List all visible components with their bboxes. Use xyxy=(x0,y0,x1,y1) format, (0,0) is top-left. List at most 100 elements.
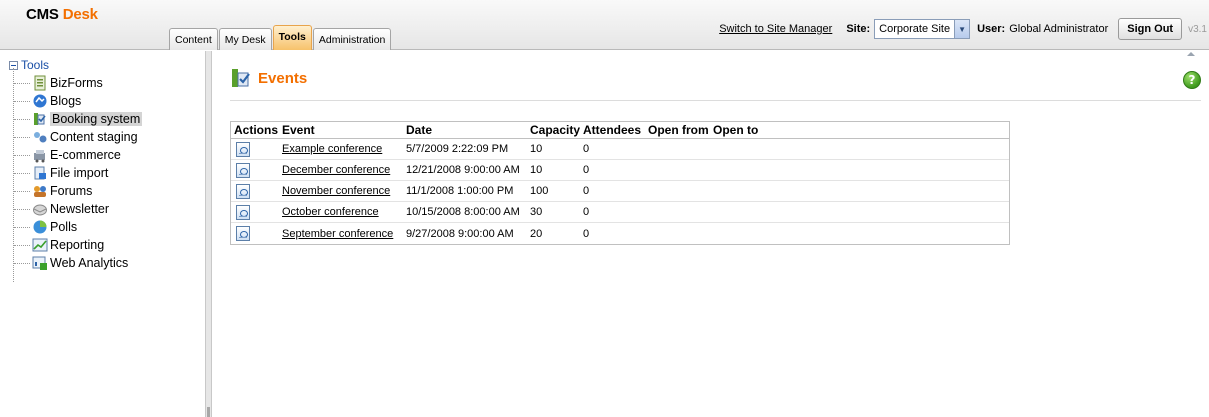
tab-content[interactable]: Content xyxy=(169,28,218,50)
tree-item-label: Web Analytics xyxy=(50,256,129,270)
column-header-capacity: Capacity xyxy=(530,123,581,137)
tree-item-label: E-commerce xyxy=(50,148,121,162)
event-capacity: 20 xyxy=(530,227,543,240)
event-link[interactable]: September conference xyxy=(282,228,406,240)
edit-icon[interactable] xyxy=(236,204,250,220)
main-content: Events ? Actions Event Date Capacity Att… xyxy=(213,51,1209,417)
help-icon[interactable]: ? xyxy=(1183,71,1201,89)
scroll-up-icon[interactable] xyxy=(1183,51,1199,56)
tree-item-label: Forums xyxy=(50,184,93,198)
tab-administration[interactable]: Administration xyxy=(312,28,392,50)
event-attendees: 0 xyxy=(583,185,590,197)
tab-my-desk[interactable]: My Desk xyxy=(218,28,272,50)
edit-icon[interactable] xyxy=(236,226,250,241)
table-row: September conference 9/27/2008 9:00:00 A… xyxy=(231,223,1009,244)
table-row: December conference 12/21/2008 9:00:00 A… xyxy=(231,160,1009,181)
column-header-date: Date xyxy=(406,123,433,137)
site-select-value: Corporate Site xyxy=(879,23,951,35)
site-select[interactable]: Corporate Site ▼ xyxy=(874,19,971,39)
tree-item-e-commerce[interactable]: E-commerce xyxy=(14,146,121,164)
chevron-down-icon[interactable]: ▼ xyxy=(954,20,970,38)
grid-header-row: Actions Event Date Capacity Attendees Op… xyxy=(231,122,1009,139)
table-row: Example conference 5/7/2009 2:22:09 PM 1… xyxy=(231,139,1009,160)
table-row: November conference 11/1/2008 1:00:00 PM… xyxy=(231,181,1009,202)
ecommerce-icon xyxy=(34,150,45,163)
event-link[interactable]: December conference xyxy=(282,164,406,176)
edit-icon[interactable] xyxy=(236,162,250,178)
events-icon xyxy=(232,69,250,87)
tree-root-tools[interactable]: Tools xyxy=(9,58,49,72)
page-title: Events xyxy=(258,69,308,87)
user-name: Global Administrator xyxy=(1009,23,1109,35)
event-link[interactable]: November conference xyxy=(282,185,406,197)
event-attendees: 0 xyxy=(583,143,590,155)
tree-item-web-analytics[interactable]: Web Analytics xyxy=(14,254,128,272)
title-divider xyxy=(230,100,1201,101)
web-analytics-icon xyxy=(32,256,47,270)
event-capacity: 10 xyxy=(530,143,543,155)
column-header-open-to: Open to xyxy=(713,123,759,137)
splitter-grip-icon[interactable] xyxy=(207,407,210,417)
reporting-icon xyxy=(32,238,48,252)
tree-item-label: Polls xyxy=(50,220,78,234)
tree-item-newsletter[interactable]: Newsletter xyxy=(14,200,109,218)
logo-part-desk: Desk xyxy=(62,6,98,23)
file-import-icon xyxy=(34,166,46,180)
tree-item-blogs[interactable]: Blogs xyxy=(14,92,81,110)
tree-item-label: Blogs xyxy=(50,94,82,108)
tree-item-content-staging[interactable]: Content staging xyxy=(14,128,138,146)
site-label: Site: xyxy=(846,23,871,35)
event-date: 11/1/2008 1:00:00 PM xyxy=(406,185,514,197)
event-date: 9/27/2008 9:00:00 AM xyxy=(406,227,514,240)
event-link[interactable]: Example conference xyxy=(282,143,406,155)
event-capacity: 10 xyxy=(530,164,543,176)
tree-item-forums[interactable]: Forums xyxy=(14,182,92,200)
event-date: 12/21/2008 9:00:00 AM xyxy=(406,164,520,176)
booking-system-icon xyxy=(34,113,46,125)
tree-item-booking-system[interactable]: Booking system xyxy=(14,110,143,128)
newsletter-icon xyxy=(33,204,47,216)
main-tabs: Content My Desk Tools Administration xyxy=(169,24,392,50)
bizforms-icon xyxy=(34,75,46,91)
event-attendees: 0 xyxy=(583,206,590,218)
tree-root-label: Tools xyxy=(21,58,50,72)
column-header-attendees: Attendees xyxy=(583,123,642,137)
column-header-open-from: Open from xyxy=(648,123,709,137)
content-staging-icon xyxy=(34,132,47,143)
event-attendees: 0 xyxy=(583,227,590,240)
event-capacity: 30 xyxy=(530,206,543,218)
tree-item-label: BizForms xyxy=(50,76,103,90)
events-grid: Actions Event Date Capacity Attendees Op… xyxy=(230,121,1010,245)
header-user-area: Switch to Site Manager Site: Corporate S… xyxy=(719,16,1209,42)
tree-item-bizforms[interactable]: BizForms xyxy=(14,74,103,92)
frame-splitter[interactable] xyxy=(205,51,212,417)
tree-item-reporting[interactable]: Reporting xyxy=(14,236,104,254)
user-label: User: xyxy=(977,23,1006,35)
tools-tree: Tools BizForms Blogs Booking system Cont… xyxy=(0,51,205,417)
column-header-event: Event xyxy=(282,123,315,137)
event-attendees: 0 xyxy=(583,164,590,176)
tree-item-label: File import xyxy=(50,166,109,180)
tree-item-label: Newsletter xyxy=(50,202,110,216)
table-row: October conference 10/15/2008 8:00:00 AM… xyxy=(231,202,1009,223)
event-date: 10/15/2008 8:00:00 AM xyxy=(406,206,520,218)
edit-icon[interactable] xyxy=(236,141,250,157)
page-header: Events xyxy=(230,67,307,89)
forums-icon xyxy=(34,186,46,197)
tree-item-label: Reporting xyxy=(50,238,105,252)
logo-part-cms: CMS xyxy=(26,6,59,23)
tab-tools[interactable]: Tools xyxy=(272,25,312,50)
blogs-icon xyxy=(33,94,47,108)
polls-icon xyxy=(33,220,47,234)
sign-out-button[interactable]: Sign Out xyxy=(1118,18,1183,40)
tree-item-file-import[interactable]: File import xyxy=(14,164,108,182)
edit-icon[interactable] xyxy=(236,183,250,199)
event-capacity: 100 xyxy=(530,185,549,197)
tree-item-label: Content staging xyxy=(50,130,138,144)
event-date: 5/7/2009 2:22:09 PM xyxy=(406,143,509,155)
tree-item-label: Booking system xyxy=(50,112,143,126)
switch-to-site-manager-link[interactable]: Switch to Site Manager xyxy=(719,23,832,35)
event-link[interactable]: October conference xyxy=(282,206,406,218)
top-header: CMS Desk Content My Desk Tools Administr… xyxy=(0,0,1209,50)
tree-item-polls[interactable]: Polls xyxy=(14,218,77,236)
